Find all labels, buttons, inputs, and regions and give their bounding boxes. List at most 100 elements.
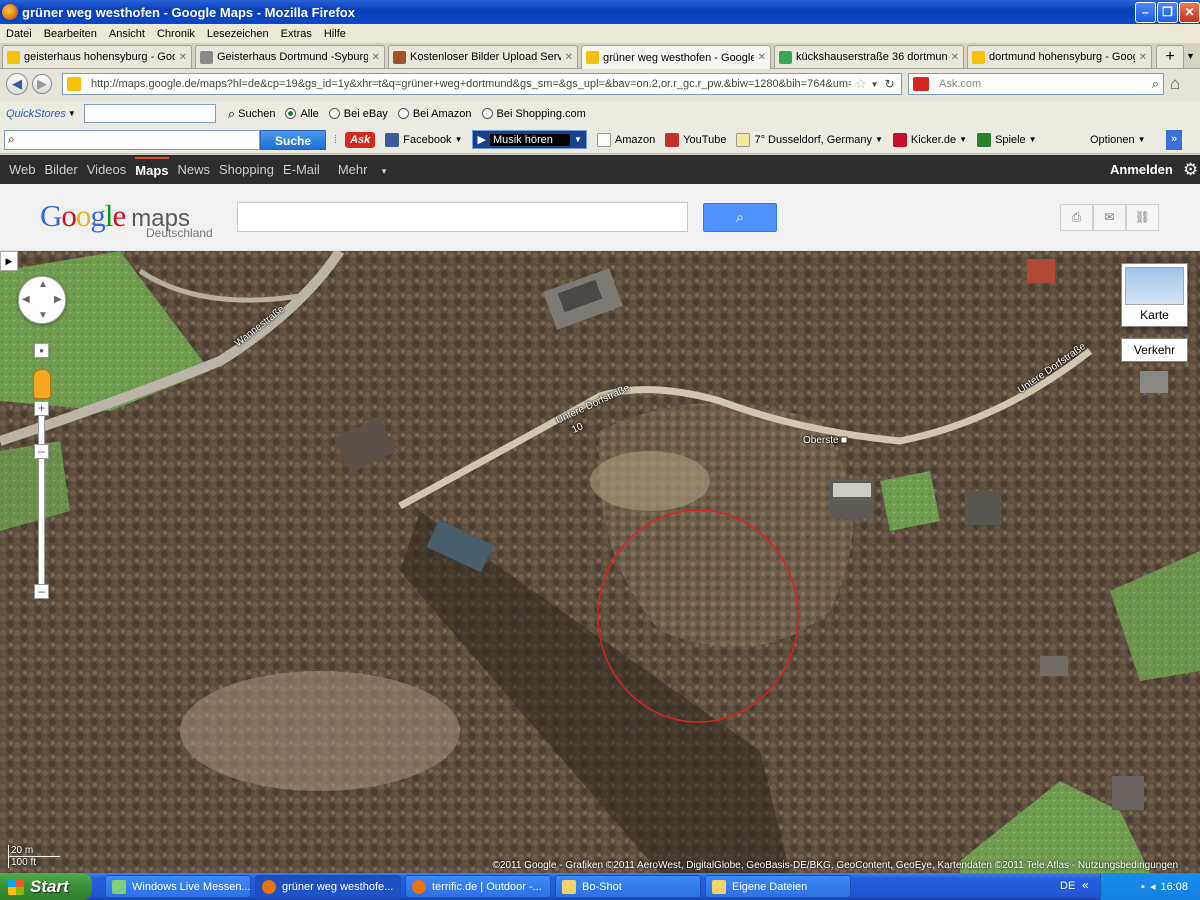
- tab-close-icon[interactable]: ✕: [179, 52, 187, 63]
- pegman-icon[interactable]: [33, 369, 51, 399]
- traffic-button[interactable]: Verkehr: [1121, 338, 1188, 362]
- taskbar-item[interactable]: Bo-Shot: [555, 875, 701, 898]
- zoom-out-button[interactable]: –: [34, 584, 49, 599]
- ask-search-box[interactable]: Ask.com ⌕: [908, 73, 1164, 95]
- network-icon[interactable]: ▪: [1141, 881, 1145, 893]
- weather-widget[interactable]: 7° Dusseldorf, Germany ▼: [736, 132, 883, 147]
- tab-list-icon[interactable]: ▼: [1186, 51, 1195, 61]
- zoom-slider-track[interactable]: [38, 401, 45, 586]
- zoom-handle[interactable]: –: [34, 444, 49, 459]
- gbar-web[interactable]: Web: [9, 162, 36, 177]
- browser-tab[interactable]: dortmund hohensyburg - Googl... ✕: [967, 45, 1152, 68]
- satellite-imagery[interactable]: [0, 251, 1200, 873]
- print-icon[interactable]: ⎙: [1060, 204, 1093, 231]
- window-title-bar[interactable]: grüner weg westhofen - Google Maps - Moz…: [0, 0, 1200, 24]
- radio-ebay[interactable]: [328, 108, 340, 119]
- tab-close-icon[interactable]: ✕: [758, 52, 766, 63]
- menu-lesezeichen[interactable]: Lesezeichen: [201, 28, 275, 40]
- ask-toolbar-input[interactable]: ⌕: [4, 129, 260, 150]
- pan-left-icon[interactable]: ◀: [22, 294, 30, 305]
- maps-search-button[interactable]: ⌕: [703, 203, 777, 232]
- menu-ansicht[interactable]: Ansicht: [103, 28, 151, 40]
- browser-tab[interactable]: kückshauserstraße 36 dortmun... ✕: [774, 45, 964, 68]
- menu-datei[interactable]: Datei: [0, 28, 38, 40]
- gbar-videos[interactable]: Videos: [87, 162, 127, 177]
- kicker-link[interactable]: Kicker.de ▼: [892, 132, 967, 147]
- ask-logo-button[interactable]: Ask: [345, 131, 376, 148]
- url-dropdown-icon[interactable]: ▼: [871, 80, 879, 89]
- new-tab-button[interactable]: +: [1156, 45, 1184, 68]
- menu-chronik[interactable]: Chronik: [151, 28, 201, 40]
- minimize-button[interactable]: –: [1135, 2, 1156, 23]
- music-dropdown-icon[interactable]: ▼: [574, 135, 582, 144]
- gbar-bilder[interactable]: Bilder: [45, 162, 78, 177]
- menu-hilfe[interactable]: Hilfe: [318, 28, 352, 40]
- map-type-button[interactable]: Karte: [1121, 263, 1188, 327]
- facebook-button[interactable]: Facebook ▼: [385, 132, 462, 147]
- ask-engine-icon[interactable]: [913, 77, 929, 91]
- sidebar-toggle-icon[interactable]: ▶: [0, 251, 18, 271]
- home-icon[interactable]: ⌂: [1170, 74, 1180, 94]
- quickstores-input[interactable]: [83, 104, 216, 123]
- link-icon[interactable]: ⛓: [1126, 204, 1159, 231]
- menu-extras[interactable]: Extras: [275, 28, 318, 40]
- maximize-button[interactable]: ❐: [1157, 2, 1178, 23]
- ask-search-button[interactable]: Suche: [260, 129, 326, 150]
- spiele-link[interactable]: Spiele ▼: [977, 132, 1037, 147]
- music-player[interactable]: ▶ Musik hören ▼: [472, 130, 587, 149]
- pan-right-icon[interactable]: ▶: [54, 294, 62, 305]
- email-icon[interactable]: ✉: [1093, 204, 1126, 231]
- play-icon[interactable]: ▶: [477, 133, 485, 146]
- gbar-shopping[interactable]: Shopping: [219, 162, 274, 177]
- quickstores-menu[interactable]: QuickStores: [6, 108, 66, 120]
- volume-icon[interactable]: ◂: [1150, 880, 1156, 893]
- zoom-in-button[interactable]: +: [34, 401, 49, 416]
- browser-tab-active[interactable]: grüner weg westhofen - Google... ✕: [581, 45, 771, 69]
- youtube-link[interactable]: YouTube: [665, 132, 726, 147]
- gbar-news[interactable]: News: [178, 162, 211, 177]
- reset-view-icon[interactable]: ●: [34, 343, 49, 358]
- close-button[interactable]: ✕: [1179, 2, 1200, 23]
- taskbar-item[interactable]: Windows Live Messen...: [105, 875, 251, 898]
- gbar-email[interactable]: E-Mail: [283, 162, 320, 177]
- toolbar-overflow-icon[interactable]: »: [1166, 130, 1182, 150]
- quickstores-search-button[interactable]: Suchen: [238, 108, 275, 120]
- pan-control[interactable]: ▲ ▼ ◀ ▶: [18, 276, 66, 324]
- browser-tab[interactable]: Kostenloser Bilder Upload Servic... ✕: [388, 45, 578, 68]
- url-bar[interactable]: http://maps.google.de/maps?hl=de&cp=19&g…: [62, 73, 902, 95]
- bookmark-star-icon[interactable]: ☆: [855, 76, 867, 92]
- quickstores-dropdown-icon[interactable]: ▼: [68, 109, 76, 118]
- tab-close-icon[interactable]: ✕: [951, 52, 959, 63]
- radio-shopping[interactable]: [481, 108, 493, 119]
- search-icon[interactable]: ⌕: [1152, 76, 1159, 92]
- start-button[interactable]: Start: [0, 873, 92, 900]
- browser-tab[interactable]: geisterhaus hohensyburg - Goo... ✕: [2, 45, 192, 68]
- optionen-menu[interactable]: Optionen ▼: [1090, 134, 1146, 146]
- maps-search-input[interactable]: [237, 202, 688, 232]
- pan-down-icon[interactable]: ▼: [38, 310, 48, 321]
- taskbar-item[interactable]: Eigene Dateien: [705, 875, 851, 898]
- signin-link[interactable]: Anmelden: [1110, 162, 1173, 177]
- browser-tab[interactable]: Geisterhaus Dortmund -Syburg ... ✕: [195, 45, 385, 68]
- clock[interactable]: 16:08: [1160, 881, 1188, 893]
- tab-close-icon[interactable]: ✕: [372, 52, 380, 63]
- map-copyright[interactable]: ©2011 Google - Grafiken ©2011 AeroWest, …: [493, 860, 1178, 871]
- radio-alle[interactable]: [285, 108, 297, 119]
- radio-amazon[interactable]: [397, 108, 409, 119]
- menu-bearbeiten[interactable]: Bearbeiten: [38, 28, 103, 40]
- pan-up-icon[interactable]: ▲: [38, 279, 48, 290]
- reload-icon[interactable]: ↻: [885, 77, 895, 91]
- tab-close-icon[interactable]: ✕: [565, 52, 573, 63]
- taskbar-item-active[interactable]: grüner weg westhofe...: [255, 875, 401, 898]
- satellite-map[interactable]: Wannestraße Untere Dorfstraße 10 Untere …: [0, 251, 1200, 873]
- language-indicator[interactable]: DE: [1060, 880, 1075, 892]
- amazon-link[interactable]: Amazon: [596, 132, 655, 147]
- expand-tray-icon[interactable]: «: [1082, 878, 1089, 892]
- gbar-mehr[interactable]: Mehr ▼: [329, 162, 388, 177]
- tab-close-icon[interactable]: ✕: [1139, 52, 1147, 63]
- settings-gear-icon[interactable]: ⚙: [1183, 160, 1198, 180]
- taskbar-item[interactable]: terrific.de | Outdoor -...: [405, 875, 551, 898]
- gbar-maps[interactable]: Maps: [135, 156, 169, 178]
- forward-arrow-icon[interactable]: ▶: [32, 74, 52, 94]
- back-arrow-icon[interactable]: ◀: [6, 73, 28, 95]
